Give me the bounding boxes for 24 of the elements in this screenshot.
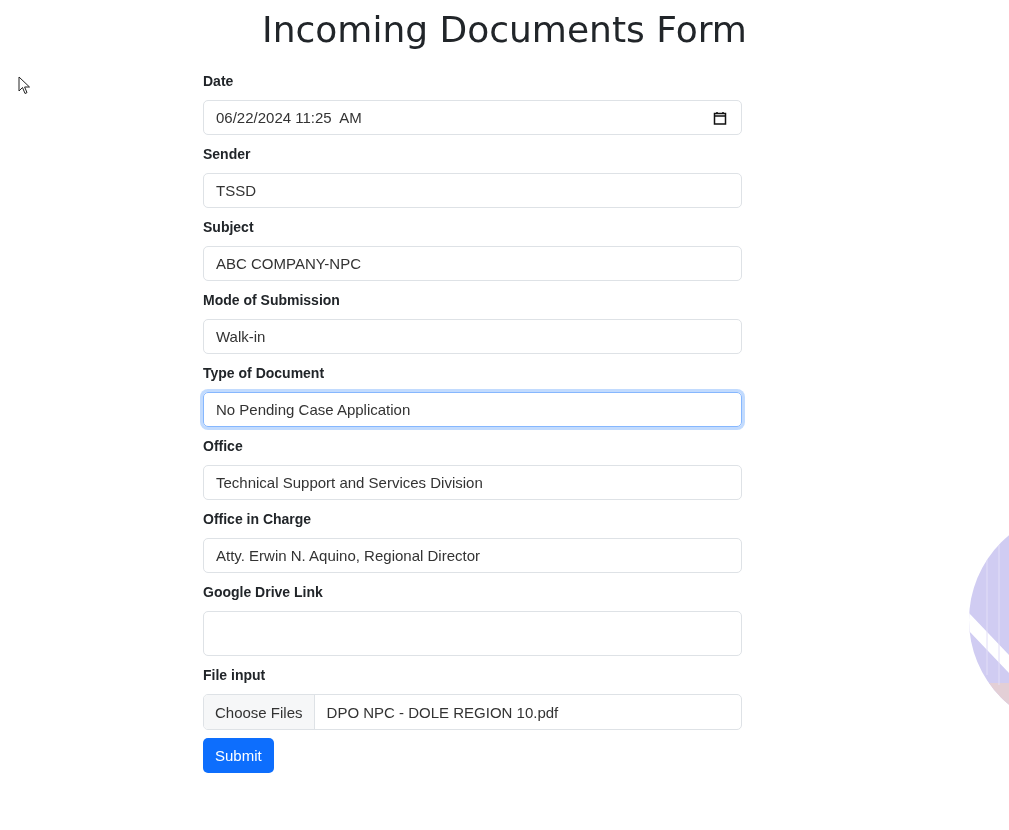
form-title: Incoming Documents Form	[261, 8, 748, 52]
date-time-field[interactable]: 06/22/2024 11:25 AM	[203, 100, 742, 135]
field-label: Office	[203, 437, 244, 455]
text-field[interactable]: Walk-in	[203, 319, 742, 354]
text-field[interactable]: TSSD	[203, 173, 742, 208]
field-label: Sender	[203, 145, 252, 163]
file-name: DPO NPC - DOLE REGION 10.pdf	[325, 702, 559, 723]
field-label: Subject	[203, 218, 255, 236]
field-label: Office in Charge	[203, 510, 313, 528]
field-label: Type of Document	[203, 364, 326, 382]
field-label: Mode of Submission	[203, 291, 341, 309]
file-field[interactable]: Choose Files DPO NPC - DOLE REGION 10.pdf	[203, 694, 742, 730]
submit-button[interactable]: Submit	[203, 738, 274, 773]
field-label: Google Drive Link	[203, 583, 324, 601]
text-field[interactable]: ABC COMPANY-NPC	[203, 246, 742, 281]
mouse-pointer-icon	[18, 76, 31, 95]
calendar-icon[interactable]	[713, 110, 727, 125]
text-field[interactable]: No Pending Case Application	[203, 392, 742, 427]
choose-files-button[interactable]: Choose Files	[204, 695, 315, 729]
text-field[interactable]: Atty. Erwin N. Aquino, Regional Director	[203, 538, 742, 573]
link-field[interactable]	[203, 611, 742, 656]
field-label: Date	[203, 72, 235, 90]
field-label: File input	[203, 666, 267, 684]
text-field[interactable]: Technical Support and Services Division	[203, 465, 742, 500]
